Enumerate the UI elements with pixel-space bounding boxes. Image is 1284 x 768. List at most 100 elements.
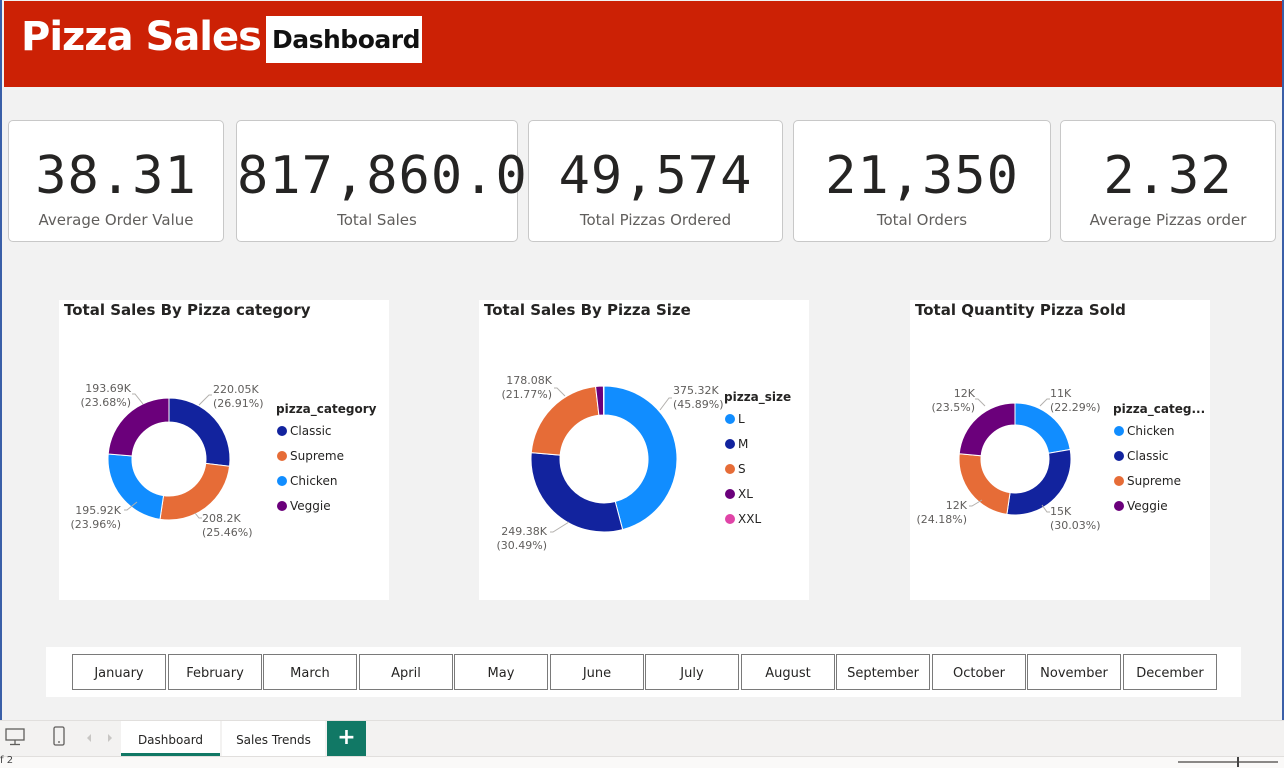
month-button-april[interactable]: April [359, 654, 453, 690]
mobile-view-icon[interactable] [53, 726, 65, 746]
month-button-february[interactable]: February [168, 654, 262, 690]
chart-card-quantity-sold[interactable]: Total Quantity Pizza Sold 11K (22.29%) 15K… [910, 300, 1210, 600]
data-label-value: 193.69K [85, 382, 131, 395]
month-button-september[interactable]: September [836, 654, 930, 690]
status-bar: f 2 [0, 755, 1284, 768]
kpi-card-total-orders[interactable]: 21,350 Total Orders [793, 120, 1051, 242]
header-banner: Pizza Sales| Dashboard [4, 1, 1282, 87]
legend-marker-chicken[interactable] [1114, 426, 1124, 436]
legend-item-s[interactable]: S [738, 462, 746, 476]
page-tab-bar: Dashboard Sales Trends + f 2 [0, 720, 1284, 768]
data-label-value: 12K [954, 387, 976, 400]
legend-marker-supreme[interactable] [1114, 476, 1124, 486]
kpi-label: Total Sales [337, 211, 417, 229]
desktop-view-icon[interactable] [5, 728, 25, 746]
legend-marker-s[interactable] [725, 464, 735, 474]
legend-title: pizza_categ... [1113, 402, 1205, 417]
legend-marker-classic[interactable] [1114, 451, 1124, 461]
donut-slice-m[interactable] [530, 452, 624, 533]
legend-item-chicken[interactable]: Chicken [290, 474, 337, 488]
kpi-value: 2.32 [1103, 146, 1233, 206]
data-label-value: 220.05K [213, 383, 259, 396]
legend-title: pizza_size [724, 390, 791, 405]
legend-item-supreme[interactable]: Supreme [1127, 474, 1181, 488]
kpi-card-total-pizzas-ordered[interactable]: 49,574 Total Pizzas Ordered [528, 120, 783, 242]
month-button-may[interactable]: May [454, 654, 548, 690]
tab-sales-trends[interactable]: Sales Trends [222, 721, 325, 756]
legend-item-l[interactable]: L [738, 412, 745, 426]
report-title: Pizza Sales| [21, 14, 276, 60]
page-indicator: f 2 [0, 755, 14, 766]
month-button-march[interactable]: March [263, 654, 357, 690]
legend-item-supreme[interactable]: Supreme [290, 449, 344, 463]
data-label-percent: (23.96%) [70, 518, 121, 531]
legend-marker-m[interactable] [725, 439, 735, 449]
data-label-percent: (21.77%) [501, 388, 552, 401]
legend-marker-l[interactable] [725, 414, 735, 424]
zoom-slider-thumb[interactable] [1237, 757, 1239, 767]
chart-card-sales-by-size[interactable]: Total Sales By Pizza Size 375.32K (45.89%… [479, 300, 809, 600]
data-label-value: 208.2K [202, 512, 241, 525]
month-button-july[interactable]: July [645, 654, 739, 690]
data-label-leader [1039, 398, 1050, 407]
legend-marker-xxl[interactable] [725, 514, 735, 524]
kpi-value: 21,350 [825, 146, 1019, 206]
legend-marker-veggie[interactable] [1114, 501, 1124, 511]
month-button-december[interactable]: December [1123, 654, 1217, 690]
data-label-value: 249.38K [501, 525, 547, 538]
data-label-percent: (25.46%) [202, 526, 253, 539]
month-slicer: January February March April May June Ju… [46, 647, 1241, 697]
legend-item-m[interactable]: M [738, 437, 748, 451]
kpi-value: 49,574 [558, 146, 753, 206]
kpi-value: 817,860.05 [237, 146, 561, 206]
month-button-november[interactable]: November [1027, 654, 1121, 690]
donut-slice-xxl[interactable] [602, 385, 605, 416]
kpi-label: Average Pizzas order [1089, 211, 1247, 229]
legend-item-classic[interactable]: Classic [290, 424, 332, 438]
kpi-label: Average Order Value [38, 211, 194, 229]
kpi-card-average-pizzas-order[interactable]: 2.32 Average Pizzas order [1060, 120, 1276, 242]
legend-marker-classic[interactable] [277, 426, 287, 436]
data-label-value: 11K [1050, 387, 1072, 400]
kpi-card-average-order-value[interactable]: 38.31 Average Order Value [8, 120, 224, 242]
donut-chart-quantity-sold: 11K(22.29%)15K(30.03%)12K(24.18%)12K(23.… [916, 387, 1205, 532]
legend-item-veggie[interactable]: Veggie [290, 499, 331, 513]
data-label-percent: (23.68%) [80, 396, 131, 409]
month-button-january[interactable]: January [72, 654, 166, 690]
month-button-august[interactable]: August [741, 654, 835, 690]
month-button-june[interactable]: June [550, 654, 644, 690]
data-label-value: 12K [946, 499, 968, 512]
legend-item-veggie[interactable]: Veggie [1127, 499, 1168, 513]
data-label-percent: (45.89%) [673, 398, 724, 411]
chart-card-sales-by-category[interactable]: Total Sales By Pizza category 220.05K (26… [59, 300, 389, 600]
data-label-percent: (26.91%) [213, 397, 264, 410]
data-label-leader [132, 393, 144, 405]
add-page-button[interactable]: + [327, 721, 366, 756]
data-label-value: 195.92K [75, 504, 121, 517]
chevron-left-icon[interactable] [85, 733, 93, 743]
data-label-leader [975, 398, 986, 407]
donut-chart-sales-by-category: 220.05K(26.91%)208.2K(25.46%)195.92K(23.… [70, 382, 376, 539]
kpi-card-total-sales[interactable]: 817,860.05 Total Sales [236, 120, 561, 242]
data-label-percent: (24.18%) [916, 513, 967, 526]
kpi-label: Total Orders [876, 211, 968, 229]
legend-marker-supreme[interactable] [277, 451, 287, 461]
legend-item-xl[interactable]: XL [738, 487, 753, 501]
legend-marker-veggie[interactable] [277, 501, 287, 511]
data-label-percent: (22.29%) [1050, 401, 1101, 414]
kpi-value: 38.31 [35, 146, 197, 206]
legend-item-chicken[interactable]: Chicken [1127, 424, 1174, 438]
data-label-value: 375.32K [673, 384, 719, 397]
legend-marker-xl[interactable] [725, 489, 735, 499]
legend-marker-chicken[interactable] [277, 476, 287, 486]
legend-item-classic[interactable]: Classic [1127, 449, 1169, 463]
data-label-leader [194, 512, 202, 519]
data-label-leader [198, 394, 212, 406]
chevron-right-icon[interactable] [106, 733, 114, 743]
data-label-percent: (23.5%) [931, 401, 975, 414]
month-button-october[interactable]: October [932, 654, 1026, 690]
data-label-percent: (30.03%) [1050, 519, 1101, 532]
legend-item-xxl[interactable]: XXL [738, 512, 761, 526]
zoom-slider[interactable] [1178, 761, 1278, 763]
tab-dashboard[interactable]: Dashboard [121, 721, 220, 756]
